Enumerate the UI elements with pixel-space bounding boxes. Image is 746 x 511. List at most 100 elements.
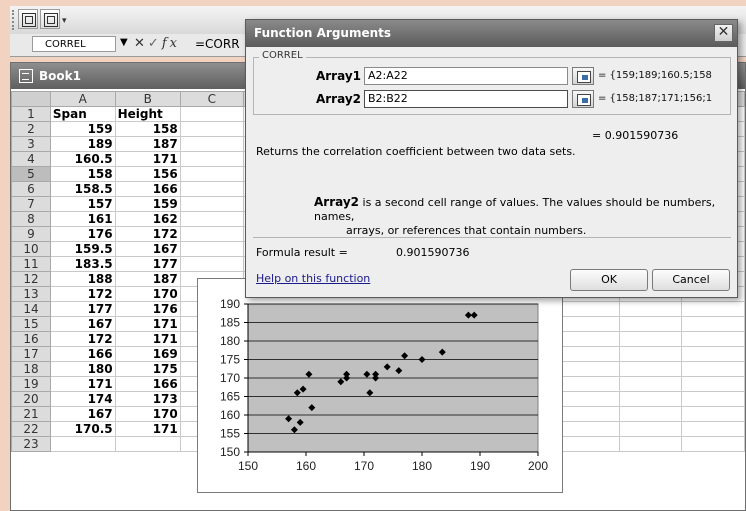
cell[interactable] bbox=[555, 361, 620, 377]
cell[interactable] bbox=[179, 121, 244, 137]
cell-a[interactable]: 183.5 bbox=[49, 256, 116, 272]
row-header[interactable]: 13 bbox=[11, 286, 51, 302]
cell-a[interactable]: 188 bbox=[49, 271, 116, 287]
cell-b[interactable]: 175 bbox=[114, 361, 181, 377]
cell-a[interactable]: Span bbox=[49, 106, 116, 122]
cell-a[interactable]: 171 bbox=[49, 376, 116, 392]
cell[interactable] bbox=[555, 316, 620, 332]
cell-a[interactable]: 158 bbox=[49, 166, 116, 182]
collapse-dialog-button[interactable] bbox=[572, 67, 594, 85]
formula-input[interactable]: =CORR bbox=[195, 37, 240, 51]
cell-b[interactable]: 173 bbox=[114, 391, 181, 407]
cell-b[interactable]: 166 bbox=[114, 376, 181, 392]
cell[interactable] bbox=[618, 436, 683, 452]
cell[interactable] bbox=[618, 301, 683, 317]
cell-a[interactable]: 177 bbox=[49, 301, 116, 317]
row-header[interactable]: 6 bbox=[11, 181, 51, 197]
cell[interactable] bbox=[179, 226, 244, 242]
row-header[interactable]: 4 bbox=[11, 151, 51, 167]
toolbar-button-1[interactable] bbox=[18, 9, 38, 29]
ok-button[interactable]: OK bbox=[570, 269, 648, 291]
help-on-function-link[interactable]: Help on this function bbox=[256, 272, 370, 285]
cell-b[interactable]: 171 bbox=[114, 316, 181, 332]
cell[interactable] bbox=[179, 211, 244, 227]
cell[interactable] bbox=[555, 391, 620, 407]
row-header[interactable]: 7 bbox=[11, 196, 51, 212]
cell-b[interactable]: 169 bbox=[114, 346, 181, 362]
cell[interactable] bbox=[618, 421, 683, 437]
cell[interactable] bbox=[618, 406, 683, 422]
cell[interactable] bbox=[618, 346, 683, 362]
cell-a[interactable]: 174 bbox=[49, 391, 116, 407]
cancel-icon[interactable]: ✕ bbox=[134, 36, 148, 51]
cell[interactable] bbox=[555, 376, 620, 392]
cell[interactable] bbox=[179, 181, 244, 197]
cell[interactable] bbox=[179, 106, 244, 122]
cell-b[interactable]: Height bbox=[114, 106, 181, 122]
cell[interactable] bbox=[681, 376, 745, 392]
cell-b[interactable]: 177 bbox=[114, 256, 181, 272]
cell[interactable] bbox=[179, 166, 244, 182]
name-box-dropdown-icon[interactable]: ▼ bbox=[120, 37, 128, 48]
cell[interactable] bbox=[618, 316, 683, 332]
toolbar-options-icon[interactable]: ▾ bbox=[62, 16, 72, 28]
cell[interactable] bbox=[555, 346, 620, 362]
cell[interactable] bbox=[555, 406, 620, 422]
cell-a[interactable]: 160.5 bbox=[49, 151, 116, 167]
cell-a[interactable]: 166 bbox=[49, 346, 116, 362]
enter-icon[interactable]: ✓ bbox=[148, 36, 162, 51]
cell[interactable] bbox=[681, 406, 745, 422]
cell-b[interactable]: 158 bbox=[114, 121, 181, 137]
row-header[interactable]: 12 bbox=[11, 271, 51, 287]
cell-a[interactable]: 170.5 bbox=[49, 421, 116, 437]
toolbar-grip[interactable] bbox=[12, 10, 17, 30]
row-header[interactable]: 11 bbox=[11, 256, 51, 272]
cancel-button[interactable]: Cancel bbox=[652, 269, 730, 291]
cell-b[interactable]: 187 bbox=[114, 136, 181, 152]
cell[interactable] bbox=[555, 331, 620, 347]
row-header[interactable]: 16 bbox=[11, 331, 51, 347]
insert-function-icon[interactable]: fx bbox=[162, 36, 180, 51]
cell[interactable] bbox=[618, 361, 683, 377]
cell[interactable] bbox=[681, 421, 745, 437]
row-header[interactable]: 3 bbox=[11, 136, 51, 152]
cell-a[interactable]: 172 bbox=[49, 286, 116, 302]
toolbar-button-2[interactable] bbox=[40, 9, 60, 29]
name-box[interactable]: CORREL bbox=[32, 36, 116, 52]
dialog-titlebar[interactable]: Function Arguments ✕ bbox=[246, 20, 737, 47]
cell[interactable] bbox=[555, 421, 620, 437]
cell[interactable] bbox=[618, 391, 683, 407]
cell[interactable] bbox=[179, 196, 244, 212]
cell-b[interactable]: 171 bbox=[114, 421, 181, 437]
cell-a[interactable]: 167 bbox=[49, 316, 116, 332]
row-header[interactable]: 9 bbox=[11, 226, 51, 242]
cell[interactable] bbox=[681, 436, 745, 452]
cell-a[interactable]: 159.5 bbox=[49, 241, 116, 257]
row-header[interactable]: 23 bbox=[11, 436, 51, 452]
row-header[interactable]: 17 bbox=[11, 346, 51, 362]
collapse-dialog-button[interactable] bbox=[572, 90, 594, 108]
cell[interactable] bbox=[179, 241, 244, 257]
cell[interactable] bbox=[179, 136, 244, 152]
cell-b[interactable]: 187 bbox=[114, 271, 181, 287]
cell[interactable] bbox=[555, 436, 620, 452]
row-header[interactable]: 2 bbox=[11, 121, 51, 137]
cell[interactable] bbox=[681, 391, 745, 407]
scatter-chart[interactable]: 150 155 160 165 170 175 180 185 190 150 160 170 180 1… bbox=[197, 278, 563, 493]
row-header[interactable]: 18 bbox=[11, 361, 51, 377]
cell-a[interactable]: 161 bbox=[49, 211, 116, 227]
cell-b[interactable]: 162 bbox=[114, 211, 181, 227]
cell[interactable] bbox=[681, 346, 745, 362]
cell-a[interactable]: 157 bbox=[49, 196, 116, 212]
row-header[interactable]: 21 bbox=[11, 406, 51, 422]
column-header-c[interactable]: C bbox=[179, 91, 244, 107]
cell-a[interactable]: 176 bbox=[49, 226, 116, 242]
cell-b[interactable]: 170 bbox=[114, 286, 181, 302]
cell[interactable] bbox=[618, 331, 683, 347]
row-header[interactable]: 5 bbox=[11, 166, 51, 182]
cell-b[interactable]: 167 bbox=[114, 241, 181, 257]
cell-a[interactable] bbox=[49, 436, 116, 452]
cell-a[interactable]: 167 bbox=[49, 406, 116, 422]
cell-b[interactable]: 176 bbox=[114, 301, 181, 317]
row-header[interactable]: 19 bbox=[11, 376, 51, 392]
